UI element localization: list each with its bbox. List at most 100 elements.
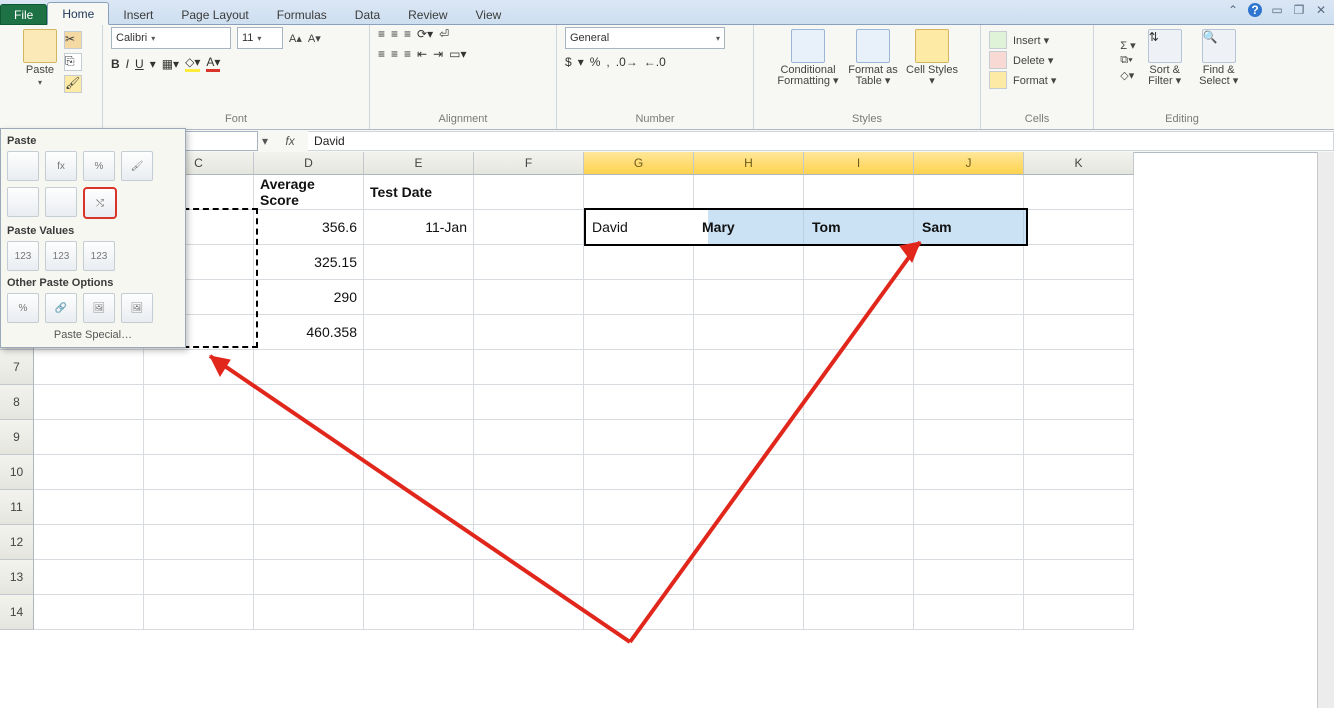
row-header-7[interactable]: 7 bbox=[0, 350, 34, 385]
cell[interactable] bbox=[254, 385, 364, 420]
tab-formulas[interactable]: Formulas bbox=[263, 4, 341, 25]
copy-icon[interactable]: ⎘ bbox=[64, 53, 82, 71]
cell[interactable] bbox=[474, 175, 584, 210]
currency-button[interactable]: $ bbox=[565, 55, 572, 69]
tab-view[interactable]: View bbox=[462, 4, 516, 25]
currency-dd[interactable]: ▾ bbox=[578, 55, 584, 69]
tab-home[interactable]: Home bbox=[47, 2, 109, 25]
decrease-decimal-icon[interactable]: ←.0 bbox=[644, 55, 666, 69]
cell[interactable] bbox=[584, 210, 694, 245]
cell[interactable] bbox=[584, 420, 694, 455]
fill-color-button[interactable]: ◇▾ bbox=[185, 55, 200, 72]
cell[interactable] bbox=[694, 525, 804, 560]
cell[interactable] bbox=[694, 490, 804, 525]
cell[interactable] bbox=[474, 560, 584, 595]
cell[interactable] bbox=[474, 350, 584, 385]
number-format-combo[interactable]: General▾ bbox=[565, 27, 725, 49]
cell[interactable] bbox=[364, 385, 474, 420]
tab-insert[interactable]: Insert bbox=[109, 4, 167, 25]
borders-button[interactable]: ▦▾ bbox=[162, 57, 179, 71]
cell[interactable] bbox=[1024, 595, 1134, 630]
cell[interactable] bbox=[804, 420, 914, 455]
cell[interactable] bbox=[144, 385, 254, 420]
cell[interactable] bbox=[34, 525, 144, 560]
cell[interactable] bbox=[474, 490, 584, 525]
col-header-K[interactable]: K bbox=[1024, 152, 1134, 175]
cell[interactable]: Average Score bbox=[254, 175, 364, 210]
row-header-9[interactable]: 9 bbox=[0, 420, 34, 455]
cell[interactable] bbox=[1024, 385, 1134, 420]
align-bottom-icon[interactable]: ≡ bbox=[404, 27, 411, 41]
cell[interactable] bbox=[34, 350, 144, 385]
tab-review[interactable]: Review bbox=[394, 4, 461, 25]
cell[interactable] bbox=[34, 385, 144, 420]
cell[interactable] bbox=[914, 525, 1024, 560]
tab-data[interactable]: Data bbox=[341, 4, 394, 25]
cell[interactable] bbox=[804, 315, 914, 350]
col-header-J[interactable]: J bbox=[914, 152, 1024, 175]
wrap-text-icon[interactable]: ⏎ bbox=[439, 27, 449, 41]
cell[interactable] bbox=[584, 595, 694, 630]
cell[interactable] bbox=[914, 315, 1024, 350]
cell[interactable] bbox=[254, 490, 364, 525]
paste-option-values-number[interactable]: 123 bbox=[45, 241, 77, 271]
cell-styles-button[interactable]: Cell Styles ▾ bbox=[905, 27, 959, 89]
paste-option-link[interactable]: 🔗 bbox=[45, 293, 77, 323]
col-header-G[interactable]: G bbox=[584, 152, 694, 175]
cell[interactable] bbox=[694, 175, 804, 210]
percent-button[interactable]: % bbox=[590, 55, 601, 69]
cell[interactable] bbox=[1024, 560, 1134, 595]
conditional-formatting-button[interactable]: Conditional Formatting ▾ bbox=[775, 27, 841, 89]
cell[interactable]: 460.358 bbox=[254, 315, 364, 350]
cell[interactable] bbox=[1024, 525, 1134, 560]
cell[interactable] bbox=[364, 490, 474, 525]
delete-cells-button[interactable]: Delete ▾ bbox=[1013, 54, 1053, 67]
cell[interactable]: Test Date bbox=[364, 175, 474, 210]
cell[interactable] bbox=[804, 490, 914, 525]
cell[interactable] bbox=[364, 525, 474, 560]
cell[interactable] bbox=[364, 595, 474, 630]
tab-file[interactable]: File bbox=[0, 4, 47, 25]
cell[interactable] bbox=[584, 280, 694, 315]
cell[interactable] bbox=[584, 490, 694, 525]
comma-button[interactable]: , bbox=[606, 55, 609, 69]
cell[interactable] bbox=[1024, 245, 1134, 280]
cell[interactable] bbox=[584, 455, 694, 490]
cell[interactable] bbox=[694, 280, 804, 315]
cell[interactable] bbox=[34, 420, 144, 455]
cell[interactable] bbox=[914, 420, 1024, 455]
cell[interactable] bbox=[364, 455, 474, 490]
col-header-D[interactable]: D bbox=[254, 152, 364, 175]
cell[interactable] bbox=[1024, 210, 1134, 245]
cell[interactable] bbox=[914, 245, 1024, 280]
cell[interactable] bbox=[914, 490, 1024, 525]
cell[interactable] bbox=[474, 315, 584, 350]
paste-option-picture[interactable]: 🖼 bbox=[83, 293, 115, 323]
cell[interactable] bbox=[694, 350, 804, 385]
paste-option-column-widths[interactable] bbox=[45, 187, 77, 217]
increase-indent-icon[interactable]: ⇥ bbox=[433, 47, 443, 61]
cell[interactable] bbox=[804, 385, 914, 420]
cell[interactable] bbox=[1024, 350, 1134, 385]
cell[interactable] bbox=[144, 560, 254, 595]
cell[interactable] bbox=[914, 350, 1024, 385]
vertical-scrollbar[interactable] bbox=[1317, 152, 1334, 708]
cell[interactable] bbox=[474, 280, 584, 315]
cell[interactable] bbox=[144, 420, 254, 455]
cell[interactable] bbox=[144, 525, 254, 560]
row-header-8[interactable]: 8 bbox=[0, 385, 34, 420]
decrease-indent-icon[interactable]: ⇤ bbox=[417, 47, 427, 61]
format-painter-icon[interactable]: 🖌 bbox=[64, 75, 82, 93]
align-left-icon[interactable]: ≡ bbox=[378, 47, 385, 61]
cell[interactable] bbox=[914, 280, 1024, 315]
align-right-icon[interactable]: ≡ bbox=[404, 47, 411, 61]
cell[interactable] bbox=[474, 210, 584, 245]
cell[interactable] bbox=[694, 245, 804, 280]
cell[interactable] bbox=[144, 350, 254, 385]
cell[interactable] bbox=[584, 525, 694, 560]
window-close-icon[interactable]: ✕ bbox=[1314, 3, 1328, 17]
cell[interactable] bbox=[364, 245, 474, 280]
paste-option-formulas[interactable]: fx bbox=[45, 151, 77, 181]
cell[interactable] bbox=[914, 560, 1024, 595]
cell[interactable] bbox=[364, 560, 474, 595]
